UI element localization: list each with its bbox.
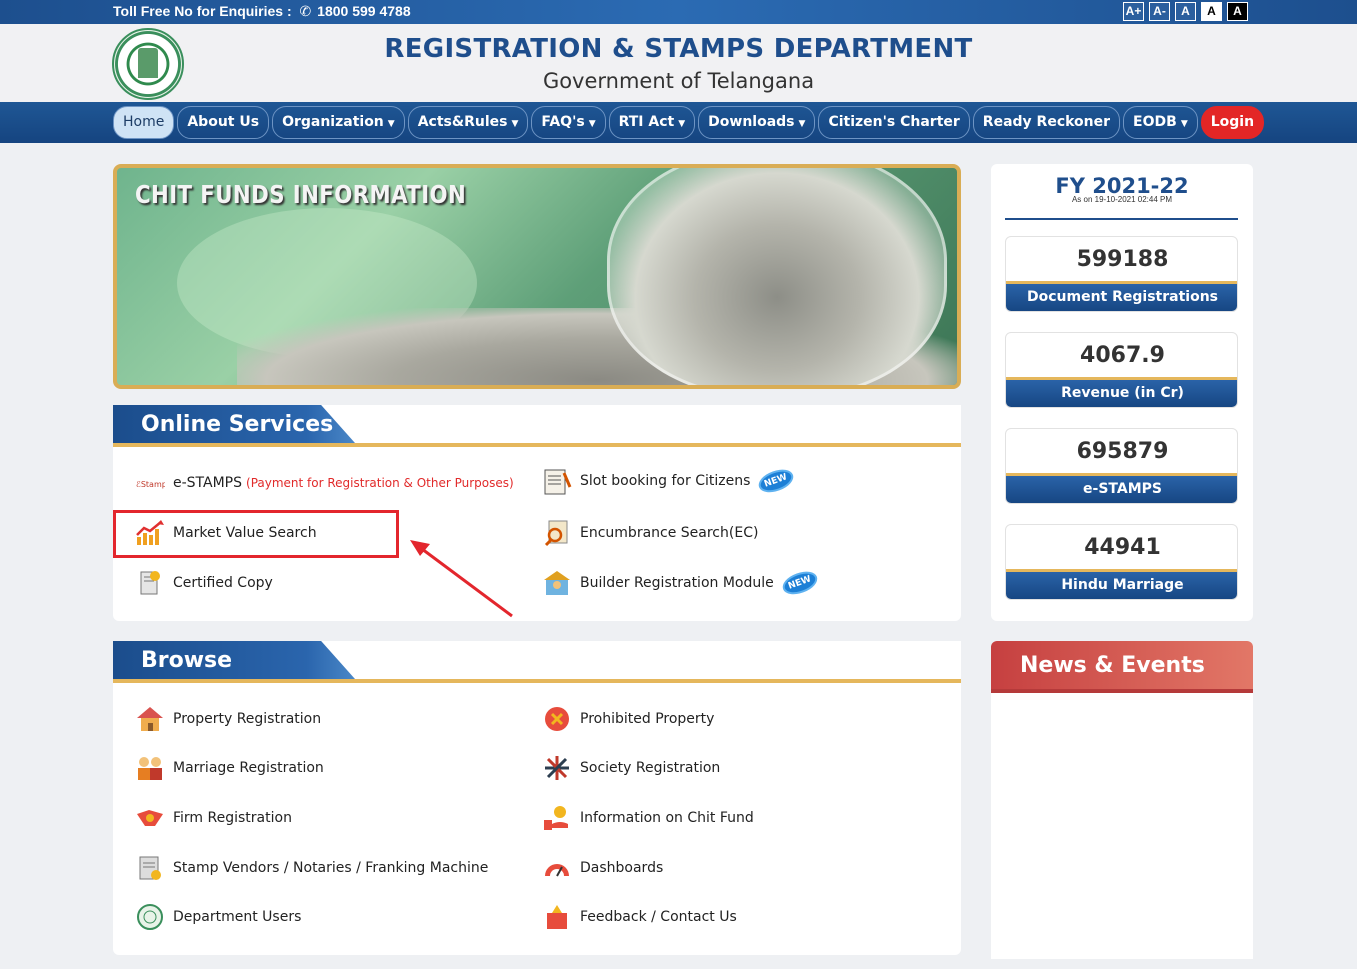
estamps-icon: ℰStamps (135, 469, 165, 497)
theme-dark-button[interactable]: A (1227, 2, 1248, 21)
online-services-panel: Online Services ℰStamps e-STAMPS (Paymen… (113, 405, 961, 621)
stat-label: Hindu Marriage Registrations (1006, 569, 1237, 599)
browse-property-registration[interactable]: Property Registration (135, 705, 321, 733)
font-decrease-button[interactable]: A- (1149, 2, 1170, 21)
svg-text:ℰStamps: ℰStamps (136, 480, 165, 489)
department-title: REGISTRATION & STAMPS DEPARTMENT (384, 34, 973, 64)
coin-hand-icon (542, 804, 572, 832)
house-icon (135, 705, 165, 733)
font-increase-button[interactable]: A+ (1123, 2, 1144, 21)
feedback-icon (542, 903, 572, 931)
service-estamps[interactable]: ℰStamps e-STAMPS (Payment for Registrati… (135, 469, 514, 497)
browse-chit-fund-info[interactable]: Information on Chit Fund (542, 804, 754, 832)
annotation-arrow (410, 540, 513, 618)
stat-value: 695879 (1076, 439, 1169, 464)
gauge-icon (542, 854, 572, 882)
chevron-down-icon: ▼ (588, 119, 596, 129)
handshake-icon (135, 804, 165, 832)
notepad-icon (542, 467, 572, 495)
service-slot-booking[interactable]: Slot booking for Citizens NEW (542, 467, 794, 495)
stat-value: 44941 (1084, 535, 1161, 560)
top-bar: Toll Free No for Enquiries : ✆ 1800 599 … (0, 0, 1357, 24)
service-encumbrance-search[interactable]: Encumbrance Search(EC) (542, 519, 758, 547)
stat-label: e-STAMPS (1006, 473, 1237, 503)
font-size-controls: A+ A- A A A (1123, 2, 1248, 21)
document-search-icon (542, 519, 572, 547)
chevron-down-icon: ▼ (678, 119, 686, 129)
society-network-icon (542, 754, 572, 782)
new-badge-icon: NEW (781, 570, 818, 596)
service-market-value-search[interactable]: Market Value Search (135, 519, 317, 547)
stat-card-hindu-marriage: 44941 Hindu Marriage Registrations (1005, 524, 1238, 600)
nav-home[interactable]: Home (113, 106, 175, 139)
certificate-icon (135, 854, 165, 882)
stats-panel: FY 2021-22 As on 19-10-2021 02:44 PM 599… (991, 164, 1253, 621)
browse-prohibited-property[interactable]: Prohibited Property (542, 705, 714, 733)
browse-panel: Browse Property Registration Marriage Re… (113, 641, 961, 955)
nav-acts-rules[interactable]: Acts&Rules ▼ (407, 106, 529, 139)
stat-label: Document Registrations (1006, 281, 1237, 311)
news-events-heading: News & Events (991, 641, 1253, 693)
nav-organization[interactable]: Organization ▼ (272, 106, 405, 139)
nav-faqs[interactable]: FAQ's ▼ (531, 106, 606, 139)
theme-light-button[interactable]: A (1201, 2, 1222, 21)
chevron-down-icon: ▼ (511, 119, 519, 129)
browse-marriage-registration[interactable]: Marriage Registration (135, 754, 324, 782)
phone-icon: ✆ (299, 3, 312, 19)
font-reset-button[interactable]: A (1175, 2, 1196, 21)
stat-card-document-registrations: 599188 Document Registrations (1005, 236, 1238, 312)
browse-firm-registration[interactable]: Firm Registration (135, 804, 292, 832)
online-services-heading: Online Services (113, 405, 355, 443)
browse-heading: Browse (113, 641, 355, 679)
builder-icon (542, 569, 572, 597)
stats-as-of: As on 19-10-2021 02:44 PM (1071, 195, 1173, 204)
nav-downloads[interactable]: Downloads ▼ (698, 106, 816, 139)
hero-banner[interactable]: CHIT FUNDS INFORMATION (113, 164, 961, 389)
chevron-down-icon: ▼ (798, 119, 806, 129)
chart-trend-icon (135, 519, 165, 547)
site-header: REGISTRATION & STAMPS DEPARTMENT Governm… (0, 24, 1357, 102)
nav-citizens-charter[interactable]: Citizen's Charter (818, 106, 970, 139)
banner-title: CHIT FUNDS INFORMATION (135, 180, 467, 209)
government-subtitle: Government of Telangana (542, 69, 815, 93)
new-badge-icon: NEW (758, 468, 794, 494)
prohibited-icon (542, 705, 572, 733)
couple-icon (135, 754, 165, 782)
service-builder-registration[interactable]: Builder Registration Module NEW (542, 569, 818, 597)
stat-card-estamps: 695879 e-STAMPS (1005, 428, 1238, 504)
nav-about-us[interactable]: About Us (177, 106, 270, 139)
enquiry-phone: 1800 599 4788 (317, 3, 411, 19)
chevron-down-icon: ▼ (1180, 119, 1188, 129)
coin-jar-image (607, 168, 947, 385)
stat-label: Revenue (in Cr) (1006, 377, 1237, 407)
nav-eodb[interactable]: EODB ▼ (1123, 106, 1198, 139)
document-seal-icon (135, 569, 165, 597)
stat-value: 4067.9 (1080, 343, 1165, 368)
service-certified-copy[interactable]: Certified Copy (135, 569, 273, 597)
stat-value: 599188 (1076, 247, 1169, 272)
enquiry-label: Toll Free No for Enquiries : (113, 3, 292, 19)
browse-dashboards[interactable]: Dashboards (542, 854, 663, 882)
nav-rti-act[interactable]: RTI Act ▼ (608, 106, 696, 139)
main-nav: Home About Us Organization ▼ Acts&Rules ▼ … (0, 102, 1357, 143)
news-events-panel: News & Events (991, 641, 1253, 959)
chevron-down-icon: ▼ (387, 119, 395, 129)
emblem-icon (135, 903, 165, 931)
browse-society-registration[interactable]: Society Registration (542, 754, 720, 782)
browse-department-users[interactable]: Department Users (135, 903, 301, 931)
nav-ready-reckoner[interactable]: Ready Reckoner (972, 106, 1121, 139)
browse-stamp-vendors[interactable]: Stamp Vendors / Notaries / Franking Mach… (135, 854, 488, 882)
nav-login-button[interactable]: Login (1200, 106, 1265, 139)
enquiry-info: Toll Free No for Enquiries : ✆ 1800 599 … (113, 3, 411, 20)
stat-card-revenue: 4067.9 Revenue (in Cr) (1005, 332, 1238, 408)
browse-feedback-contact[interactable]: Feedback / Contact Us (542, 903, 737, 931)
